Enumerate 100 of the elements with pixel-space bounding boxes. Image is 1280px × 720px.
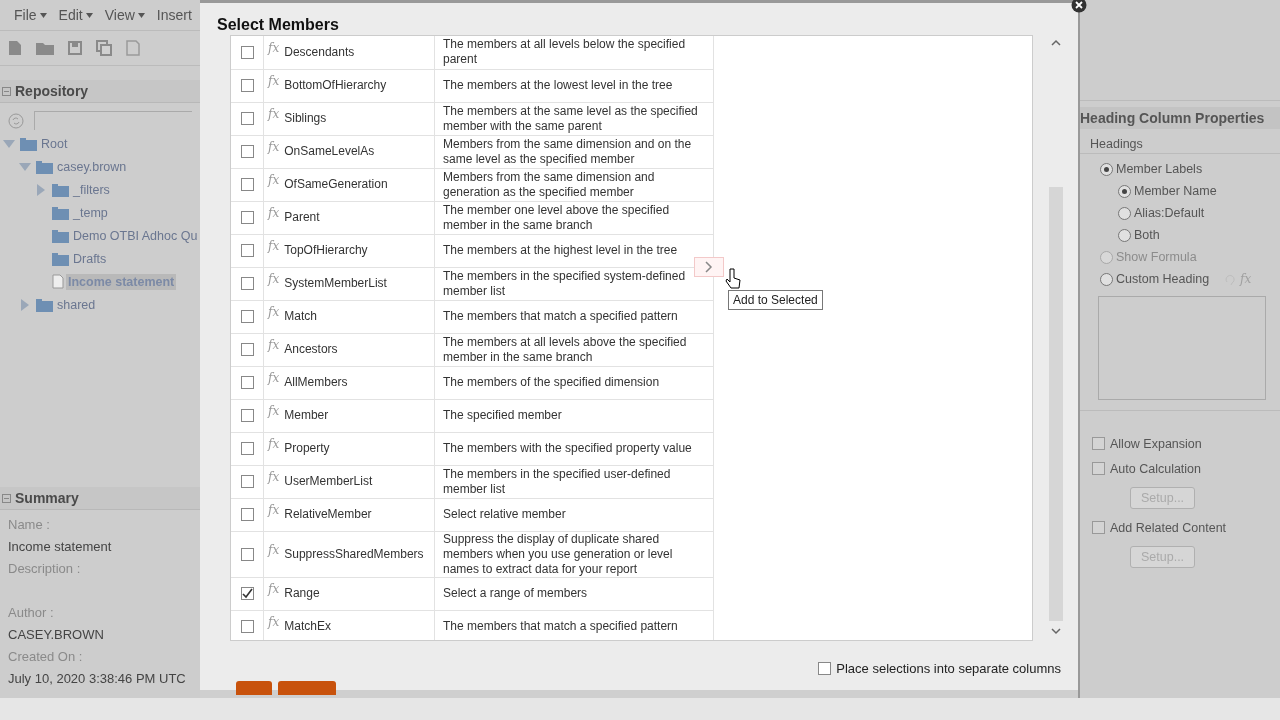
checkbox[interactable] [240,343,254,357]
radio-label[interactable]: Custom Heading [1116,272,1210,286]
radio-label[interactable]: Alias:Default [1134,206,1205,220]
member-function-name: Property [284,441,330,455]
scroll-down-icon[interactable] [1051,627,1061,635]
folder-icon [36,159,53,174]
member-function-name: OnSameLevelAs [284,144,375,158]
new-document-icon[interactable] [8,40,22,56]
checkbox[interactable] [240,277,254,291]
caret-icon[interactable] [85,12,93,18]
checkbox[interactable] [240,244,254,258]
checkbox[interactable] [1092,462,1105,475]
tree-item[interactable]: _filters [71,181,112,198]
member-function-name: UserMemberList [284,474,373,488]
tree-item[interactable]: _temp [71,204,110,221]
checkbox-label[interactable]: Place selections into separate columns [836,661,1061,676]
member-function-name: MatchEx [284,619,331,633]
member-function-description: Members from the same dimension and on the same level as the specified member [443,136,692,166]
member-function-description: The members at the highest level in the tree [443,243,678,257]
group-label: Headings [1080,129,1280,154]
tree-item[interactable]: Root [39,135,70,152]
folder-icon [52,205,69,220]
checkbox[interactable] [240,475,254,489]
member-function-description: The members in the specified system-defined member list [443,268,686,298]
member-function-name: Siblings [284,111,327,125]
field-value: CASEY.BROWN [8,626,105,644]
folder-icon [52,182,69,197]
menu-item[interactable]: Edit [58,7,93,23]
member-function-name: Match [284,309,317,323]
checkbox[interactable] [240,442,254,456]
member-function-name: AllMembers [284,375,348,389]
member-function-name: TopOfHierarchy [284,243,368,257]
member-function-name: OfSameGeneration [284,177,388,191]
document-icon [52,274,64,289]
folder-icon[interactable] [36,41,54,55]
member-function-name: Parent [284,210,320,224]
checkbox[interactable] [240,79,254,93]
checkbox[interactable] [240,46,254,60]
member-function-name: Member [284,408,329,422]
checkbox[interactable] [240,112,254,126]
folder-icon [52,228,69,243]
field-label: Created On : [8,648,84,666]
checkbox-label[interactable]: Auto Calculation [1110,461,1202,476]
checkbox[interactable] [240,620,254,634]
caret-icon[interactable] [39,12,47,18]
checkbox[interactable] [818,662,832,675]
save-icon[interactable] [68,41,82,55]
checkbox[interactable] [1092,437,1105,450]
field-value: July 10, 2020 3:38:46 PM UTC [8,670,187,688]
radio-label[interactable]: Member Labels [1116,162,1203,176]
checkbox[interactable] [240,211,254,225]
fx-icon: fx [268,74,280,88]
checkbox-label[interactable]: Allow Expansion [1110,436,1202,451]
checkbox[interactable] [240,409,254,423]
checkbox[interactable] [240,310,254,324]
folder-icon [36,297,53,312]
menu-item[interactable]: View [104,7,145,23]
panel-header: Heading Column Properties [1080,107,1280,129]
checkbox[interactable] [240,145,254,159]
checkbox[interactable] [240,547,254,561]
tree-item[interactable]: Demo OTBI Adhoc Qu [71,227,200,244]
collapse-icon[interactable] [2,86,11,96]
tree-item[interactable]: casey.brown [55,158,129,175]
member-function-description: Select a range of members [443,586,588,600]
checkbox[interactable] [240,587,254,601]
menu-item[interactable]: Insert [156,7,192,23]
radio-button[interactable] [1100,162,1113,176]
member-function-name: SuppressSharedMembers [284,546,424,561]
search-field[interactable] [34,111,192,130]
field-label: Author : [8,604,55,622]
checkbox[interactable] [1092,521,1105,534]
scroll-up-icon[interactable] [1051,39,1061,47]
checkbox[interactable] [240,178,254,192]
checkbox-label[interactable]: Add Related Content [1110,520,1227,535]
collapse-icon[interactable] [2,493,11,503]
member-function-description: The members that match a specified pattern [443,619,678,633]
panel-header[interactable]: Summary [0,487,200,510]
radio-label[interactable]: Member Name [1134,184,1217,198]
radio-button[interactable] [1100,272,1113,286]
fx-icon: fx [268,338,280,352]
panel-header[interactable]: Repository [0,80,200,103]
tree-item[interactable]: Drafts [71,250,109,267]
radio-button[interactable] [1118,228,1131,242]
checkbox[interactable] [240,376,254,390]
menu-item[interactable]: File [14,7,47,23]
member-function-name: Ancestors [284,342,338,356]
close-icon[interactable] [1071,0,1087,13]
fx-icon: fx [268,470,280,484]
member-function-name: Range [284,586,320,600]
member-function-name: RelativeMember [284,507,372,521]
radio-button[interactable] [1118,184,1131,198]
caret-icon[interactable] [137,12,145,18]
radio-button[interactable] [1118,206,1131,220]
member-function-description: Members from the same dimension and generation as the specified member [443,169,655,199]
radio-label[interactable]: Both [1134,228,1160,242]
copy-icon[interactable] [96,40,112,56]
tree-item[interactable]: shared [55,296,98,313]
fx-icon: fx [268,173,280,187]
checkbox[interactable] [240,508,254,522]
member-function-description: The members at the same level as the specified member with the same parent [443,103,698,133]
